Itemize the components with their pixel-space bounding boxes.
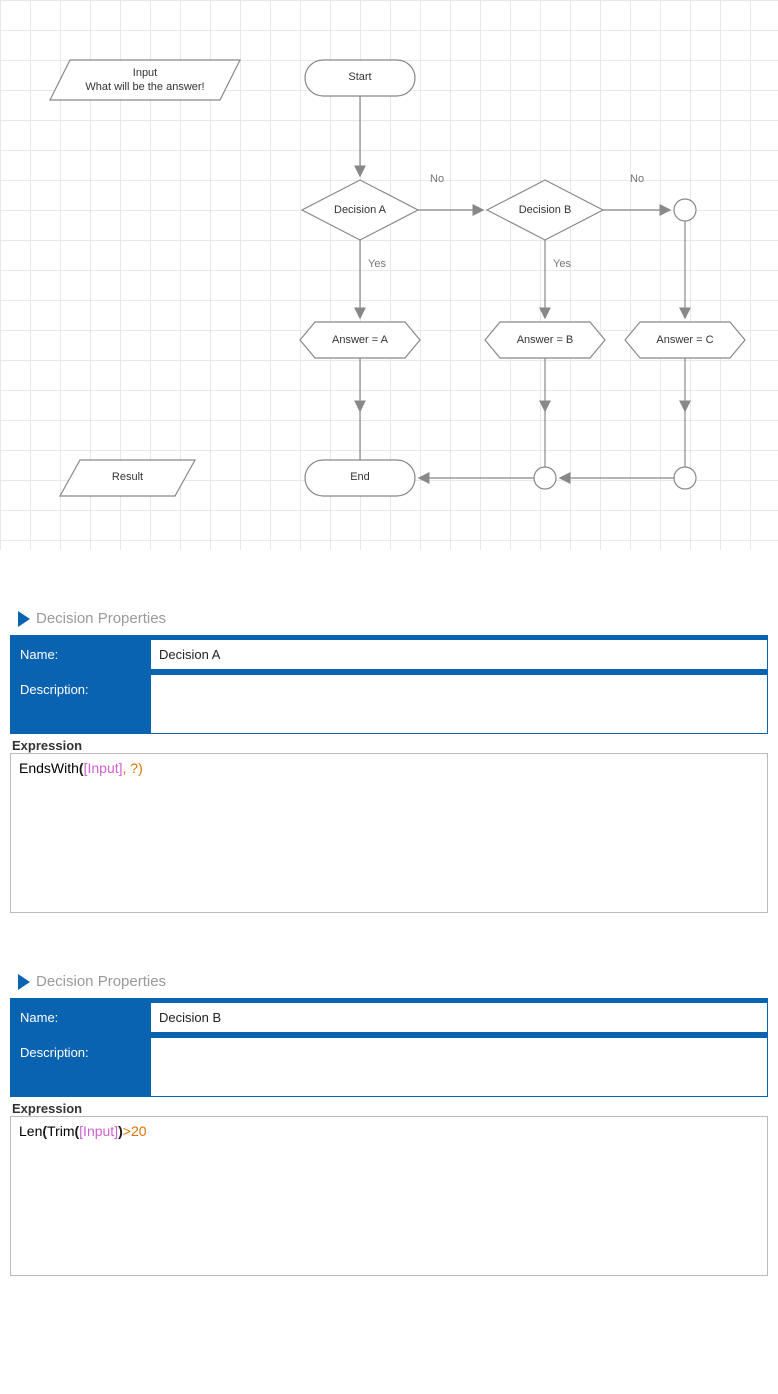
panel1-desc-input[interactable] (150, 674, 768, 734)
shape-result (60, 460, 195, 496)
shape-start (305, 60, 415, 96)
panel1-name-label: Name: (10, 639, 150, 670)
panel2-name-input[interactable] (150, 1002, 768, 1033)
edge-label-yes-1: Yes (368, 258, 386, 270)
junction-1 (674, 199, 696, 221)
decision-properties-panel-2: Decision Properties Name: Description: E… (0, 973, 778, 1276)
flowchart-svg (0, 0, 778, 550)
panel2-expr-label: Expression (12, 1101, 768, 1116)
panel-icon (18, 974, 30, 990)
decision-properties-panel-1: Decision Properties Name: Description: E… (0, 610, 778, 913)
panel2-title: Decision Properties (18, 973, 768, 990)
shape-input (50, 60, 240, 100)
panel2-name-label: Name: (10, 1002, 150, 1033)
panel1-expr-label: Expression (12, 738, 768, 753)
junction-3 (534, 467, 556, 489)
panel2-expr-input[interactable]: Len(Trim([Input])>20 (10, 1116, 768, 1276)
flowchart-canvas[interactable]: InputWhat will be the answer! Start Deci… (0, 0, 778, 550)
edge-label-yes-2: Yes (553, 258, 571, 270)
shape-decision-a (302, 180, 418, 240)
shape-answer-b (485, 322, 605, 358)
panel1-title: Decision Properties (18, 610, 768, 627)
panel2-desc-input[interactable] (150, 1037, 768, 1097)
shape-end (305, 460, 415, 496)
shape-decision-b (487, 180, 603, 240)
panel1-desc-label: Description: (10, 674, 150, 734)
panel-icon (18, 611, 30, 627)
junction-2 (674, 467, 696, 489)
shape-answer-a (300, 322, 420, 358)
panel1-name-input[interactable] (150, 639, 768, 670)
panel2-desc-label: Description: (10, 1037, 150, 1097)
edge-label-no-1: No (430, 173, 444, 185)
shape-answer-c (625, 322, 745, 358)
edge-label-no-2: No (630, 173, 644, 185)
panel1-expr-input[interactable]: EndsWith([Input], ?) (10, 753, 768, 913)
